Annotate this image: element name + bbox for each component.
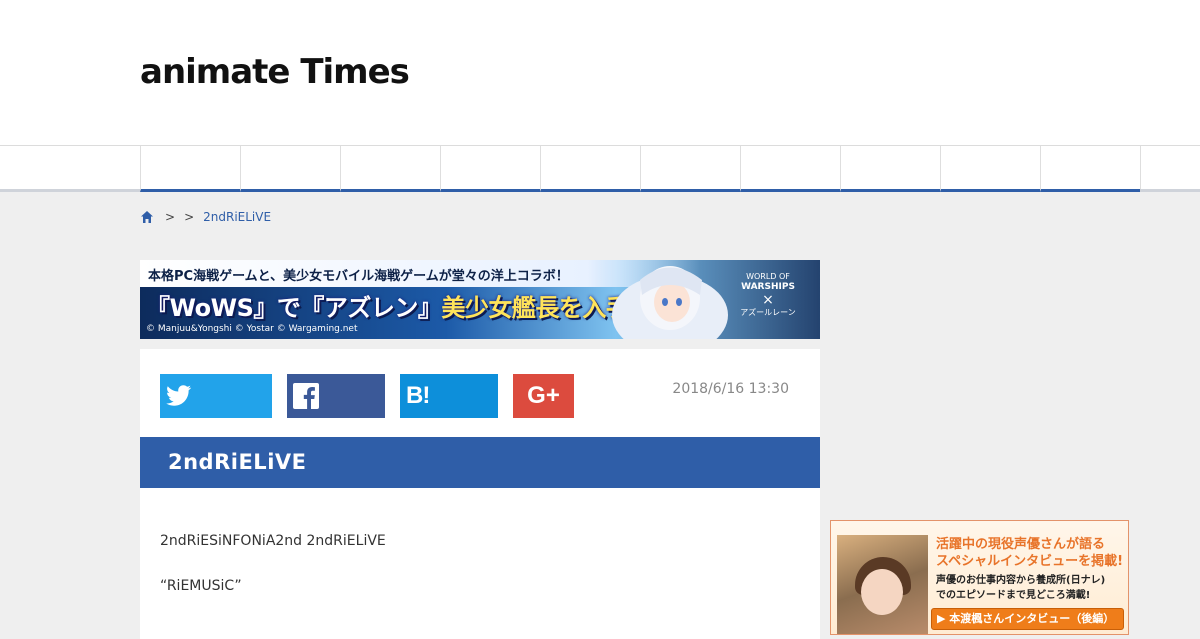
site-logo[interactable]: animate Times — [140, 52, 410, 92]
nav-item-8[interactable] — [840, 146, 940, 192]
ad-subtext: 声優のお仕事内容から養成所(日ナレ) でのエピソードまで見どころ満載! — [936, 573, 1105, 603]
facebook-share-button[interactable] — [287, 374, 385, 418]
global-nav — [0, 145, 1200, 192]
ad-interview-button[interactable]: ▶ 本渡楓さんインタビュー（後編） — [931, 608, 1124, 630]
wows-logo-line1: WORLD OF — [746, 272, 790, 281]
breadcrumb-separator: > — [184, 210, 195, 224]
nav-item-10[interactable] — [1040, 146, 1140, 192]
article-title-bar: 2ndRiELiVE — [140, 437, 820, 488]
banner-title-a: 『WoWS』で『アズレン』 — [146, 294, 442, 322]
ad-headline-line1: 活躍中の現役声優さんが語る — [936, 537, 1106, 552]
banner-copyright: © Manjuu&Yongshi © Yostar © Wargaming.ne… — [146, 324, 358, 334]
google-plus-icon: G+ — [527, 382, 560, 409]
sidebar-ad[interactable]: 活躍中の現役声優さんが語る スペシャルインタビューを掲載! 声優のお仕事内容から… — [830, 520, 1129, 635]
nav-item-6[interactable] — [640, 146, 740, 192]
hatena-bookmark-button[interactable]: B! — [400, 374, 498, 418]
ad-headline-line2: スペシャルインタビューを掲載! — [936, 554, 1124, 569]
twitter-icon — [166, 385, 192, 406]
banner-headline: 本格PC海戦ゲームと、美少女モバイル海戦ゲームが堂々の洋上コラボ！ — [148, 269, 569, 284]
photo-face — [861, 569, 903, 615]
azurlane-logo: アズールレーン — [740, 308, 796, 317]
nav-item-4[interactable] — [440, 146, 540, 192]
promo-banner[interactable]: 本格PC海戦ゲームと、美少女モバイル海戦ゲームが堂々の洋上コラボ！ 『WoWS』… — [140, 260, 820, 339]
breadcrumb-separator: > — [165, 210, 176, 224]
wows-logo-line2: WARSHIPS — [741, 282, 795, 292]
twitter-share-button[interactable] — [160, 374, 272, 418]
ad-subtext-line1: 声優のお仕事内容から養成所(日ナレ) — [936, 575, 1106, 586]
voice-actor-photo — [837, 535, 928, 634]
google-plus-share-button[interactable]: G+ — [513, 374, 574, 418]
nav-item-9[interactable] — [940, 146, 1040, 192]
article-card: B! G+ 2018/6/16 13:30 2ndRiELiVE 2ndRiES… — [140, 349, 820, 639]
site-header: animate Times — [0, 0, 1200, 145]
hatena-bookmark-icon: B! — [406, 382, 430, 409]
nav-item-1[interactable] — [140, 146, 240, 192]
facebook-icon — [293, 383, 319, 409]
article-paragraph: “RiEMUSiC” — [160, 578, 242, 594]
nav-item-5[interactable] — [540, 146, 640, 192]
ad-subtext-line2: でのエピソードまで見どころ満載! — [936, 590, 1091, 601]
collab-x: × — [762, 292, 774, 308]
breadcrumb-current: 2ndRiELiVE — [203, 210, 272, 224]
nav-item-3[interactable] — [340, 146, 440, 192]
anime-girl-illustration — [612, 266, 728, 339]
nav-item-7[interactable] — [740, 146, 840, 192]
breadcrumb: > > 2ndRiELiVE — [140, 209, 271, 225]
home-icon[interactable] — [140, 210, 154, 224]
article-title: 2ndRiELiVE — [168, 450, 307, 474]
ad-headline: 活躍中の現役声優さんが語る スペシャルインタビューを掲載! — [936, 536, 1123, 570]
collab-logo: WORLD OF WARSHIPS × アズールレーン — [732, 272, 804, 332]
article-paragraph: 2ndRiESiNFONiA2nd 2ndRiELiVE — [160, 533, 386, 549]
nav-divider-end — [1140, 146, 1200, 189]
nav-item-2[interactable] — [240, 146, 340, 192]
article-date: 2018/6/16 13:30 — [672, 381, 789, 397]
